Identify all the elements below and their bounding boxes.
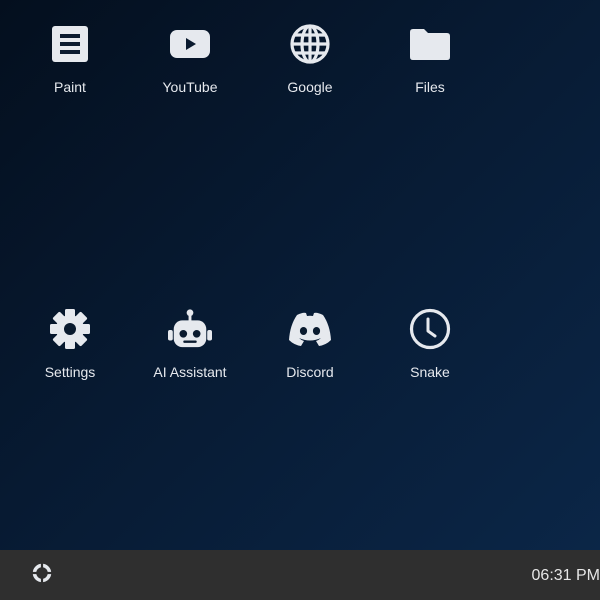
desktop-icon-paint[interactable]: Paint [20, 22, 120, 102]
globe-icon [288, 22, 332, 66]
gear-icon [48, 307, 92, 351]
desktop-icon-label: Settings [44, 364, 96, 380]
start-button[interactable] [30, 562, 54, 589]
desktop-icon-label: Discord [286, 364, 334, 380]
desktop-icon-label: Google [287, 79, 333, 95]
desktop-icon-settings[interactable]: Settings [20, 307, 120, 387]
desktop-icon-label: YouTube [162, 79, 218, 95]
desktop-icon-google[interactable]: Google [260, 22, 360, 102]
taskbar-clock: 06:31 PM [531, 567, 600, 584]
desktop-icon-label: Paint [54, 79, 86, 95]
desktop: Paint YouTube Google Files Settings AI A… [0, 0, 600, 550]
desktop-icon-ai-assistant[interactable]: AI Assistant [140, 307, 240, 387]
start-ring-icon [31, 562, 53, 589]
desktop-icon-youtube[interactable]: YouTube [140, 22, 240, 102]
desktop-icon-files[interactable]: Files [380, 22, 480, 102]
youtube-play-icon [168, 22, 212, 66]
desktop-icon-snake[interactable]: Snake [380, 307, 480, 387]
desktop-icon-discord[interactable]: Discord [260, 307, 360, 387]
list-document-icon [48, 22, 92, 66]
desktop-icon-label: Snake [410, 364, 450, 380]
desktop-icon-label: Files [415, 79, 445, 95]
clock-icon [408, 307, 452, 351]
taskbar: 06:31 PM [0, 550, 600, 600]
desktop-icon-label: AI Assistant [153, 364, 227, 380]
robot-icon [168, 307, 212, 351]
discord-icon [288, 307, 332, 351]
folder-icon [408, 22, 452, 66]
